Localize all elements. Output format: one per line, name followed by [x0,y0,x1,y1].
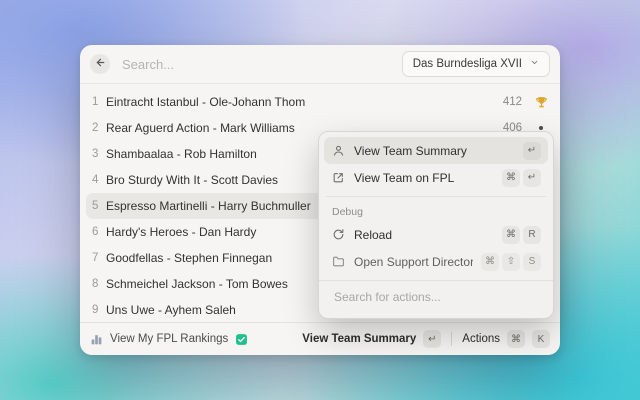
trophy-icon [534,96,548,109]
menu-item-reload[interactable]: Reload ⌘ R [324,221,548,248]
movement-dot-icon [534,126,548,130]
team-title: Bro Sturdy With It - Scott Davies [106,173,278,187]
back-button[interactable] [90,54,110,74]
rank-number: 3 [92,148,105,160]
menu-item-view-team-summary[interactable]: View Team Summary ↵ [324,137,548,164]
arrow-left-icon [95,55,106,73]
actions-menu: View Team Summary ↵ View Team on FPL ⌘ ↵… [318,131,554,319]
league-dropdown-value: Das Burndesliga XVII [413,58,522,70]
menu-item-view-team-on-fpl[interactable]: View Team on FPL ⌘ ↵ [324,164,548,191]
menu-item-label: View Team on FPL [354,171,494,185]
team-title: Shambaalaa - Rob Hamilton [106,147,257,161]
key-enter: ↵ [523,169,541,187]
rankings-icon [90,333,103,346]
rank-number: 1 [92,96,105,108]
rank-number: 5 [92,200,105,212]
chevron-down-icon [530,58,539,70]
team-title: Espresso Martinelli - Harry Buchmuller [106,199,311,213]
footer-divider [451,332,452,346]
menu-divider [326,196,546,197]
menu-section-label: Debug [324,202,548,221]
team-title: Eintracht Istanbul - Ole-Johann Thom [106,95,305,109]
key-enter: ↵ [523,142,541,160]
footer-bar: View My FPL Rankings View Team Summary ↵… [80,322,560,355]
menu-item-label: View Team Summary [354,144,515,158]
menu-item-label: Open Support Directory [354,255,473,269]
menu-item-open-support-directory[interactable]: Open Support Directory ⌘ ⇧ S [324,248,548,275]
key-cmd: ⌘ [502,226,520,244]
key-cmd: ⌘ [507,330,525,348]
actions-button[interactable]: Actions [462,333,500,345]
top-bar: Das Burndesliga XVII [80,45,560,84]
points-value: 412 [503,96,522,108]
menu-item-label: Reload [354,228,494,242]
list-item[interactable]: 1 Eintracht Istanbul - Ole-Johann Thom 4… [86,89,554,115]
primary-action-button[interactable]: View Team Summary [302,333,416,345]
search-input[interactable] [120,56,392,73]
person-icon [331,144,346,157]
key-k: K [532,330,550,348]
folder-icon [331,255,346,268]
command-name: View My FPL Rankings [110,333,228,345]
team-title: Goodfellas - Stephen Finnegan [106,251,272,265]
team-title: Hardy's Heroes - Dan Hardy [106,225,256,239]
rank-number: 8 [92,278,105,290]
rank-number: 6 [92,226,105,238]
actions-search-input[interactable] [332,289,540,305]
rank-number: 7 [92,252,105,264]
key-r: R [523,226,541,244]
key-cmd: ⌘ [502,169,520,187]
rank-number: 4 [92,174,105,186]
key-cmd: ⌘ [481,253,499,271]
team-title: Uns Uwe - Ayhem Saleh [106,303,236,317]
league-dropdown[interactable]: Das Burndesliga XVII [402,51,550,77]
external-link-icon [331,171,346,184]
rank-number: 2 [92,122,105,134]
rank-number: 9 [92,304,105,316]
key-enter: ↵ [423,330,441,348]
actions-search [319,280,553,313]
key-s: S [523,253,541,271]
team-title: Rear Aguerd Action - Mark Williams [106,121,295,135]
reload-icon [331,228,346,241]
fpl-extension-icon [235,333,248,346]
team-title: Schmeichel Jackson - Tom Bowes [106,277,288,291]
key-shift: ⇧ [502,253,520,271]
launcher-window: Das Burndesliga XVII 1 Eintracht Istanbu… [80,45,560,355]
